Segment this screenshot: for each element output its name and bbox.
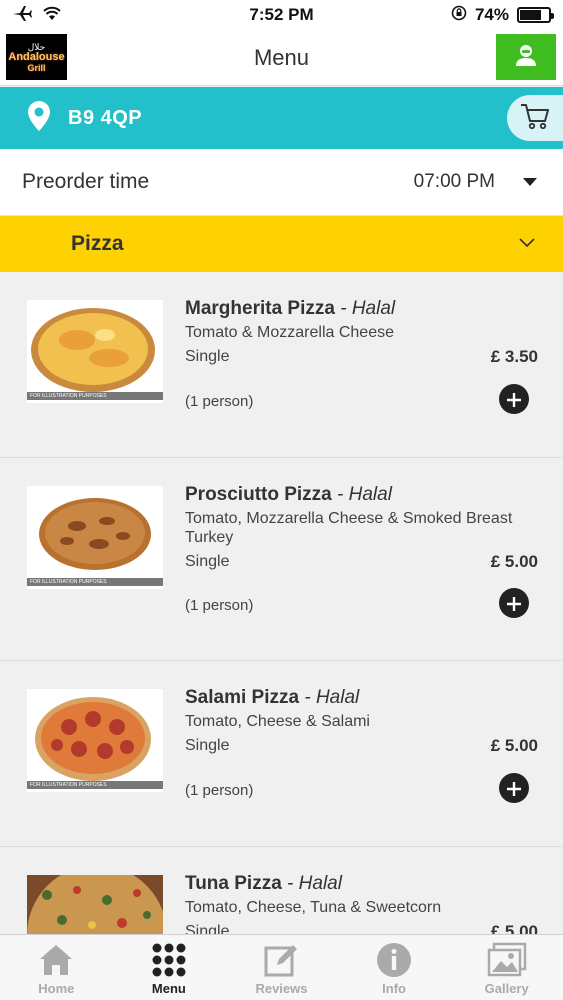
item-price: £ 5.00 <box>490 736 538 755</box>
battery-fill <box>520 10 541 20</box>
item-name: Salami Pizza - Halal <box>185 687 360 708</box>
tab-label: Home <box>38 981 75 996</box>
status-bar: 7:52 PM 74% <box>0 0 563 30</box>
category-label: Pizza <box>71 232 124 255</box>
rotation-lock-icon <box>451 5 467 26</box>
preorder-time-value: 07:00 PM <box>413 171 495 192</box>
status-time: 7:52 PM <box>249 5 314 24</box>
gallery-icon <box>487 941 527 979</box>
item-description: Tomato, Cheese, Tuna & Sweetcorn <box>185 899 442 916</box>
pizza-image: FOR ILLUSTRATION PURPOSES <box>27 300 163 403</box>
menu-item-list: FOR ILLUSTRATION PURPOSES Margherita Piz… <box>0 272 563 1000</box>
add-item-button[interactable] <box>499 588 529 618</box>
tab-label: Info <box>382 981 406 996</box>
caret-down-icon <box>523 178 537 186</box>
wifi-icon <box>42 5 62 26</box>
tab-label: Reviews <box>255 981 308 996</box>
item-price: £ 3.50 <box>490 347 538 366</box>
item-serves: (1 person) <box>185 597 254 614</box>
account-button[interactable] <box>496 34 556 80</box>
image-caption: FOR ILLUSTRATION PURPOSES <box>27 578 163 586</box>
logo-halal-text: حلال <box>27 41 46 52</box>
menu-item[interactable]: FOR ILLUSTRATION PURPOSES Margherita Piz… <box>0 272 563 458</box>
tab-menu[interactable]: Menu <box>113 935 226 1000</box>
item-size: Single <box>185 348 230 365</box>
logo-name: Andalouse <box>8 50 65 63</box>
item-size: Single <box>185 553 230 570</box>
tab-label: Gallery <box>484 981 529 996</box>
preorder-label: Preorder time <box>22 170 150 193</box>
tab-reviews[interactable]: Reviews <box>225 935 338 1000</box>
battery-percent: 74% <box>474 5 509 24</box>
page-title: Menu <box>253 44 310 70</box>
tab-info[interactable]: Info <box>338 935 451 1000</box>
menu-item[interactable]: FOR ILLUSTRATION PURPOSES Salami Pizza -… <box>0 661 563 847</box>
bottom-tab-bar: Home Menu Reviews Info Gallery <box>0 934 563 1000</box>
plus-icon <box>506 775 522 801</box>
user-icon <box>514 43 538 72</box>
postcode: B9 4QP <box>68 106 143 129</box>
item-description: Tomato & Mozzarella Cheese <box>185 324 394 341</box>
cart-button[interactable] <box>507 95 563 141</box>
info-icon <box>376 941 412 979</box>
plus-icon <box>506 590 522 616</box>
cart-icon <box>520 102 550 135</box>
image-caption: FOR ILLUSTRATION PURPOSES <box>27 392 163 400</box>
tab-home[interactable]: Home <box>0 935 113 1000</box>
home-icon <box>38 941 74 979</box>
grid-icon <box>151 941 187 979</box>
restaurant-logo[interactable]: حلال Andalouse Grill <box>6 34 67 80</box>
item-description: Tomato, Mozzarella Cheese & Smoked Breas… <box>185 510 513 546</box>
plus-icon <box>506 386 522 412</box>
category-header-pizza[interactable]: Pizza <box>0 216 563 272</box>
item-serves: (1 person) <box>185 393 254 410</box>
item-price: £ 5.00 <box>490 552 538 571</box>
location-bar[interactable]: B9 4QP <box>0 87 563 149</box>
add-item-button[interactable] <box>499 773 529 803</box>
item-name: Prosciutto Pizza - Halal <box>185 484 392 505</box>
airplane-icon <box>12 5 32 26</box>
location-pin-icon <box>28 100 50 136</box>
item-size: Single <box>185 737 230 754</box>
tab-label: Menu <box>151 981 186 996</box>
tab-gallery[interactable]: Gallery <box>450 935 563 1000</box>
battery-icon <box>517 7 554 23</box>
chevron-down-icon <box>519 235 535 253</box>
pizza-image: FOR ILLUSTRATION PURPOSES <box>27 689 163 792</box>
item-name: Margherita Pizza - Halal <box>185 298 396 319</box>
edit-icon <box>263 941 299 979</box>
app-header: حلال Andalouse Grill Menu <box>0 30 563 86</box>
preorder-time-selector[interactable]: Preorder time 07:00 PM <box>0 149 563 216</box>
add-item-button[interactable] <box>499 384 529 414</box>
menu-item[interactable]: FOR ILLUSTRATION PURPOSES Prosciutto Piz… <box>0 458 563 661</box>
item-description: Tomato, Cheese & Salami <box>185 713 370 730</box>
pizza-image: FOR ILLUSTRATION PURPOSES <box>27 486 163 589</box>
logo-sub: Grill <box>27 62 46 73</box>
image-caption: FOR ILLUSTRATION PURPOSES <box>27 781 163 789</box>
item-name: Tuna Pizza - Halal <box>185 873 342 894</box>
item-serves: (1 person) <box>185 782 254 799</box>
